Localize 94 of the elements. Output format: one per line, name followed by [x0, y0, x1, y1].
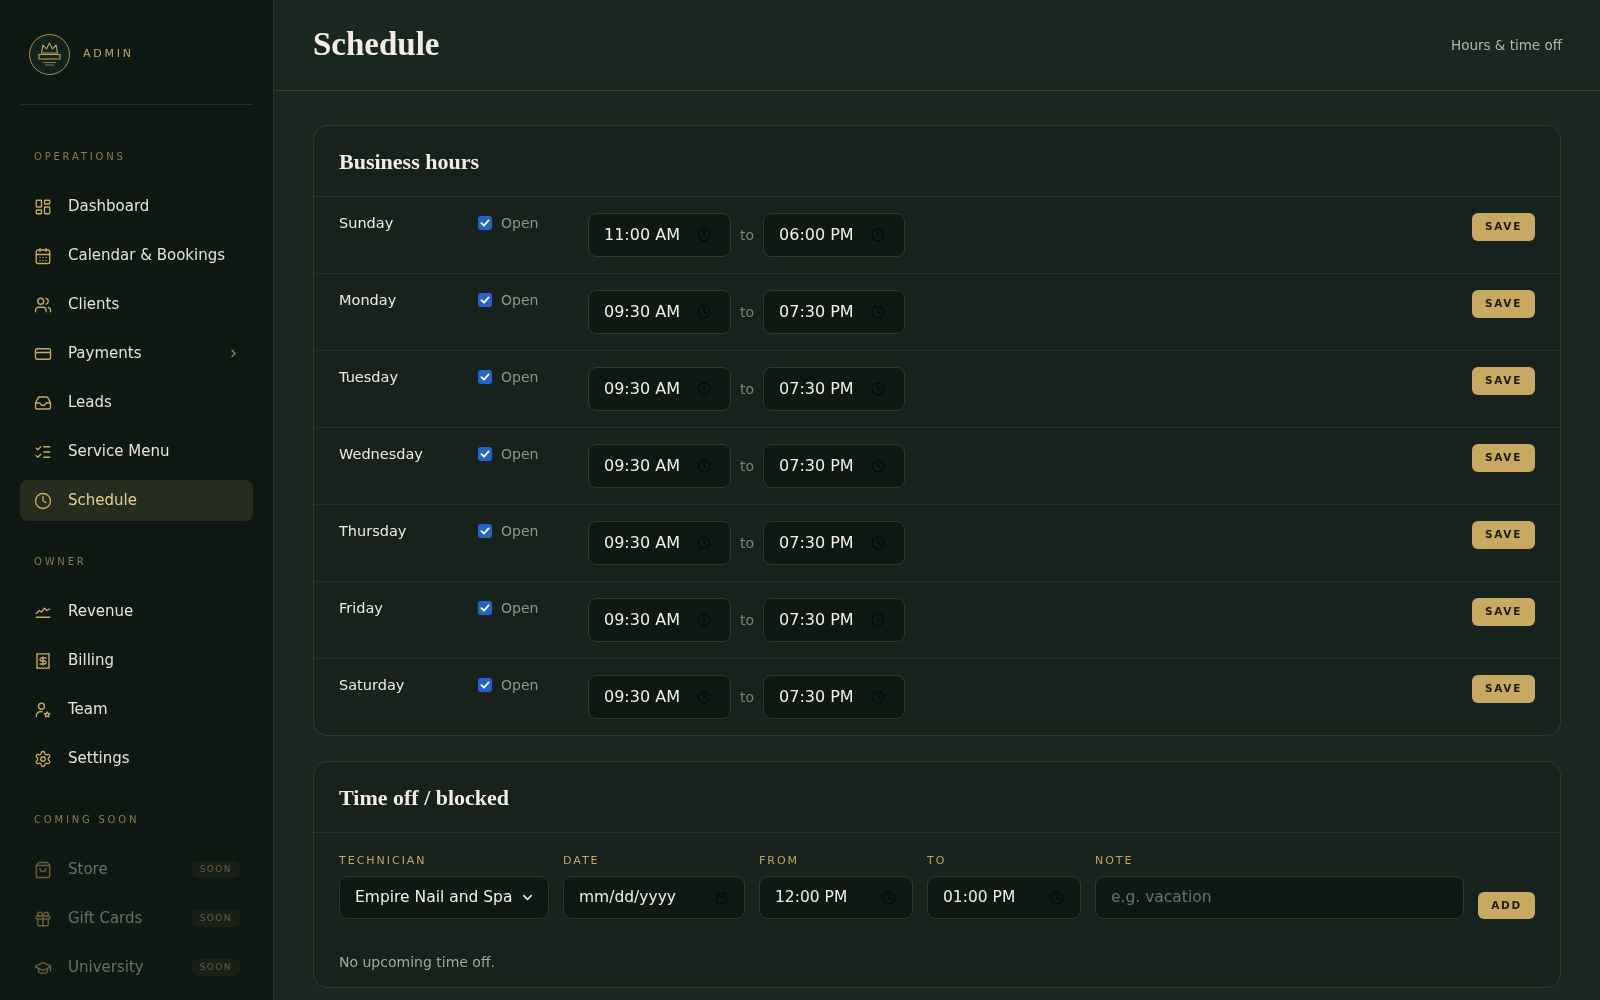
- settings-icon: [34, 749, 52, 768]
- calendar-icon: [34, 246, 52, 265]
- gift-icon: [34, 909, 52, 928]
- range-separator: to: [739, 533, 754, 553]
- day-label: Thursday: [339, 522, 408, 541]
- page-subtitle: Hours & time off: [1451, 35, 1562, 55]
- range-separator: to: [739, 610, 754, 630]
- empty-message: No upcoming time off.: [338, 953, 496, 972]
- nav-item[interactable]: Revenue: [20, 591, 253, 632]
- day-label: Saturday: [339, 676, 406, 695]
- time-field[interactable]: 07:30 PM: [763, 444, 905, 488]
- checkbox[interactable]: [478, 293, 492, 307]
- time-field[interactable]: 09:30 AM: [588, 675, 731, 719]
- nav-item[interactable]: Leads: [20, 382, 253, 423]
- time-field[interactable]: 07:30 PM: [763, 290, 905, 334]
- save-button[interactable]: SAVE: [1472, 598, 1535, 626]
- field-label: TO: [927, 854, 948, 868]
- save-button[interactable]: SAVE: [1472, 675, 1535, 703]
- day-label: Friday: [339, 599, 384, 618]
- field-label: TECHNICIAN: [339, 854, 428, 868]
- checkbox-label: Open: [501, 290, 539, 310]
- time-field[interactable]: 09:30 AM: [588, 598, 731, 642]
- time-field[interactable]: 01:00 PM: [927, 876, 1081, 919]
- receipt-icon: [34, 651, 52, 670]
- range-separator: to: [739, 225, 754, 245]
- time-field[interactable]: 07:30 PM: [763, 367, 905, 411]
- soon-badge: SOON: [191, 909, 240, 928]
- inbox-icon: [34, 393, 52, 412]
- section-heading: OWNER: [33, 555, 88, 569]
- checkbox-label: Open: [501, 444, 539, 464]
- time-field[interactable]: 07:30 PM: [763, 521, 905, 565]
- time-field[interactable]: 09:30 AM: [588, 367, 731, 411]
- day-label: Monday: [339, 291, 398, 310]
- save-button[interactable]: SAVE: [1472, 290, 1535, 318]
- time-field[interactable]: 09:30 AM: [588, 444, 731, 488]
- nav-item[interactable]: Billing: [20, 640, 253, 681]
- checkbox[interactable]: [478, 601, 492, 615]
- nav-item[interactable]: Service Menu: [20, 431, 253, 472]
- nav-item[interactable]: Payments: [20, 333, 253, 374]
- nav-item[interactable]: Clients: [20, 284, 253, 325]
- page-title: Schedule: [313, 25, 440, 65]
- nav-item[interactable]: Schedule: [20, 480, 253, 521]
- nav-item[interactable]: Dashboard: [20, 186, 253, 227]
- day-label: Tuesday: [339, 368, 399, 387]
- nav-item[interactable]: Team: [20, 689, 253, 730]
- soon-badge: SOON: [191, 958, 240, 977]
- field-label: NOTE: [1095, 854, 1135, 868]
- card-title: Time off / blocked: [339, 783, 510, 812]
- range-separator: to: [739, 456, 754, 476]
- save-button[interactable]: SAVE: [1472, 444, 1535, 472]
- section-heading: COMING SOON: [33, 813, 141, 827]
- round-logo: [29, 34, 70, 75]
- nav-item[interactable]: Settings: [20, 738, 253, 779]
- note-field[interactable]: e.g. vacation: [1095, 876, 1464, 919]
- checkbox[interactable]: [478, 216, 492, 230]
- dashboard-icon: [34, 197, 52, 216]
- range-separator: to: [739, 687, 754, 707]
- checkbox-label: Open: [501, 213, 539, 233]
- checkbox[interactable]: [478, 370, 492, 384]
- day-label: Wednesday: [339, 445, 424, 464]
- range-separator: to: [739, 379, 754, 399]
- time-field[interactable]: 12:00 PM: [759, 876, 913, 919]
- soon-badge: SOON: [191, 860, 240, 879]
- range-separator: to: [739, 302, 754, 322]
- time-field[interactable]: 11:00 AM: [588, 213, 731, 257]
- time-field[interactable]: 09:30 AM: [588, 290, 731, 334]
- time-field[interactable]: 07:30 PM: [763, 675, 905, 719]
- time-field[interactable]: 07:30 PM: [763, 598, 905, 642]
- date-field[interactable]: mm/dd/yyyy: [563, 876, 745, 919]
- user-star-icon: [34, 700, 52, 719]
- checkbox-label: Open: [501, 598, 539, 618]
- add-button[interactable]: ADD: [1478, 892, 1535, 919]
- field-label: FROM: [759, 854, 801, 868]
- section-heading: OPERATIONS: [33, 150, 127, 164]
- checkbox[interactable]: [478, 447, 492, 461]
- checkbox[interactable]: [478, 678, 492, 692]
- day-label: Sunday: [339, 214, 395, 233]
- users-icon: [34, 295, 52, 314]
- checkbox-label: Open: [501, 367, 539, 387]
- card-title: Business hours: [339, 147, 479, 176]
- save-button[interactable]: SAVE: [1472, 521, 1535, 549]
- checkbox[interactable]: [478, 524, 492, 538]
- brand-label: ADMIN: [83, 46, 134, 63]
- time-field[interactable]: 09:30 AM: [588, 521, 731, 565]
- save-button[interactable]: SAVE: [1472, 367, 1535, 395]
- checkbox-label: Open: [501, 521, 539, 541]
- field-label: DATE: [563, 854, 601, 868]
- shopping-bag-icon: [34, 860, 52, 879]
- select-dropdown[interactable]: Empire Nail and Spa: [339, 876, 549, 919]
- checkbox-label: Open: [501, 675, 539, 695]
- nav-item[interactable]: Calendar & Bookings: [20, 235, 253, 276]
- time-field[interactable]: 06:00 PM: [763, 213, 905, 257]
- save-button[interactable]: SAVE: [1472, 213, 1535, 241]
- clock-icon: [34, 491, 52, 510]
